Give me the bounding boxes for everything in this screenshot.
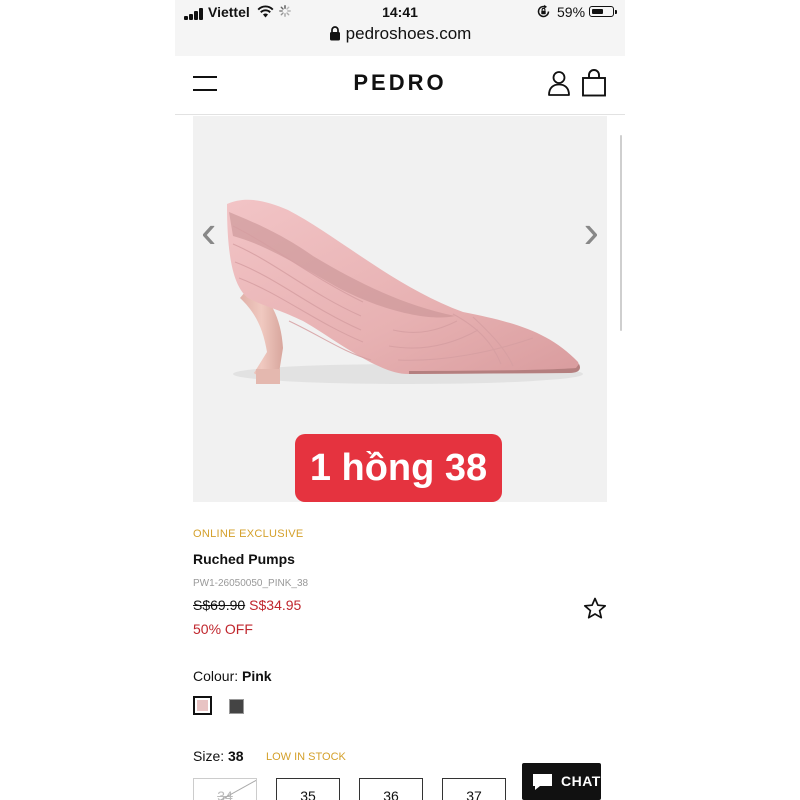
colour-selector-label: Colour: Pink bbox=[193, 668, 272, 684]
site-header: PEDRO bbox=[175, 56, 625, 115]
phone-screen: Viettel 14:41 59% pedroshoes.com PEDRO ‹… bbox=[175, 0, 625, 800]
url-text: pedroshoes.com bbox=[345, 24, 472, 43]
size-option-34[interactable]: 34 bbox=[193, 778, 257, 800]
discount-label: 50% OFF bbox=[193, 621, 253, 637]
overlay-sticker: 1 hồng 38 bbox=[295, 434, 502, 502]
colour-swatch-pink[interactable] bbox=[193, 696, 212, 715]
colour-label: Colour: bbox=[193, 668, 239, 684]
chat-button[interactable]: CHAT bbox=[522, 763, 601, 800]
stock-status: LOW IN STOCK bbox=[266, 751, 346, 763]
original-price: S$69.90 bbox=[193, 597, 246, 613]
size-selector-label: Size: 38 bbox=[193, 748, 244, 764]
size-option-36[interactable]: 36 bbox=[359, 778, 423, 800]
sale-price: S$34.95 bbox=[249, 597, 302, 613]
address-bar[interactable]: pedroshoes.com bbox=[175, 24, 625, 44]
product-tag: ONLINE EXCLUSIVE bbox=[193, 528, 304, 540]
chevron-left-icon[interactable]: ‹ bbox=[201, 208, 216, 254]
chevron-right-icon[interactable]: › bbox=[584, 208, 599, 254]
rotation-lock-icon bbox=[537, 4, 550, 18]
star-icon[interactable] bbox=[583, 597, 607, 620]
battery-tip bbox=[615, 10, 617, 14]
product-name: Ruched Pumps bbox=[193, 551, 295, 567]
user-icon[interactable] bbox=[547, 70, 571, 96]
page-scrollbar[interactable] bbox=[620, 135, 622, 331]
colour-value: Pink bbox=[242, 668, 272, 684]
size-option-35[interactable]: 35 bbox=[276, 778, 340, 800]
price-row: S$69.90 S$34.95 bbox=[193, 597, 301, 613]
size-label: Size: bbox=[193, 748, 225, 764]
size-value: 38 bbox=[228, 748, 244, 764]
status-bar: Viettel 14:41 59% pedroshoes.com bbox=[175, 0, 625, 56]
product-image-gallery[interactable]: ‹ › 1 hồng 38 bbox=[193, 116, 607, 502]
size-option-37[interactable]: 37 bbox=[442, 778, 506, 800]
chat-bubble-icon bbox=[533, 774, 552, 790]
product-image bbox=[227, 199, 583, 384]
shopping-bag-icon[interactable] bbox=[581, 69, 607, 97]
colour-swatch-black[interactable] bbox=[229, 699, 244, 714]
chat-label: CHAT bbox=[561, 773, 601, 789]
padlock-icon bbox=[329, 26, 340, 41]
battery-icon bbox=[589, 6, 614, 17]
product-sku: PW1-26050050_PINK_38 bbox=[193, 578, 309, 589]
battery-percent: 59% bbox=[557, 4, 586, 20]
